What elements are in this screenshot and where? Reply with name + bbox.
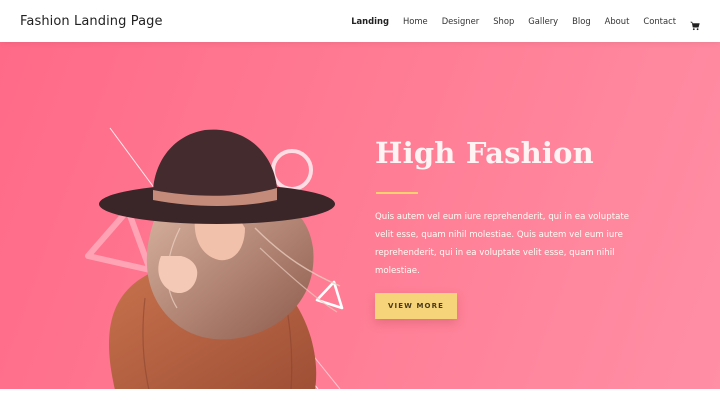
nav-item-contact[interactable]: Contact xyxy=(643,16,676,26)
site-logo[interactable]: Fashion Landing Page xyxy=(20,14,163,29)
site-header: Fashion Landing Page Landing Home Design… xyxy=(0,0,720,42)
nav-item-landing[interactable]: Landing xyxy=(351,16,389,26)
nav-item-designer[interactable]: Designer xyxy=(442,16,480,26)
main-nav: Landing Home Designer Shop Gallery Blog … xyxy=(351,16,700,31)
nav-item-shop[interactable]: Shop xyxy=(493,16,514,26)
below-hero-area xyxy=(0,389,720,420)
hero-description: Quis autem vel eum iure reprehenderit, q… xyxy=(375,212,629,276)
nav-item-gallery[interactable]: Gallery xyxy=(528,16,558,26)
nav-item-home[interactable]: Home xyxy=(403,16,428,26)
hero-section: High Fashion Quis autem vel eum iure rep… xyxy=(0,42,720,389)
hero-title: High Fashion xyxy=(375,136,594,170)
shopping-cart-icon[interactable] xyxy=(690,16,700,31)
nav-item-blog[interactable]: Blog xyxy=(572,16,591,26)
model-photo xyxy=(99,129,341,389)
nav-item-about[interactable]: About xyxy=(605,16,630,26)
title-divider xyxy=(376,192,418,194)
view-more-button[interactable]: VIEW MORE xyxy=(375,293,457,319)
